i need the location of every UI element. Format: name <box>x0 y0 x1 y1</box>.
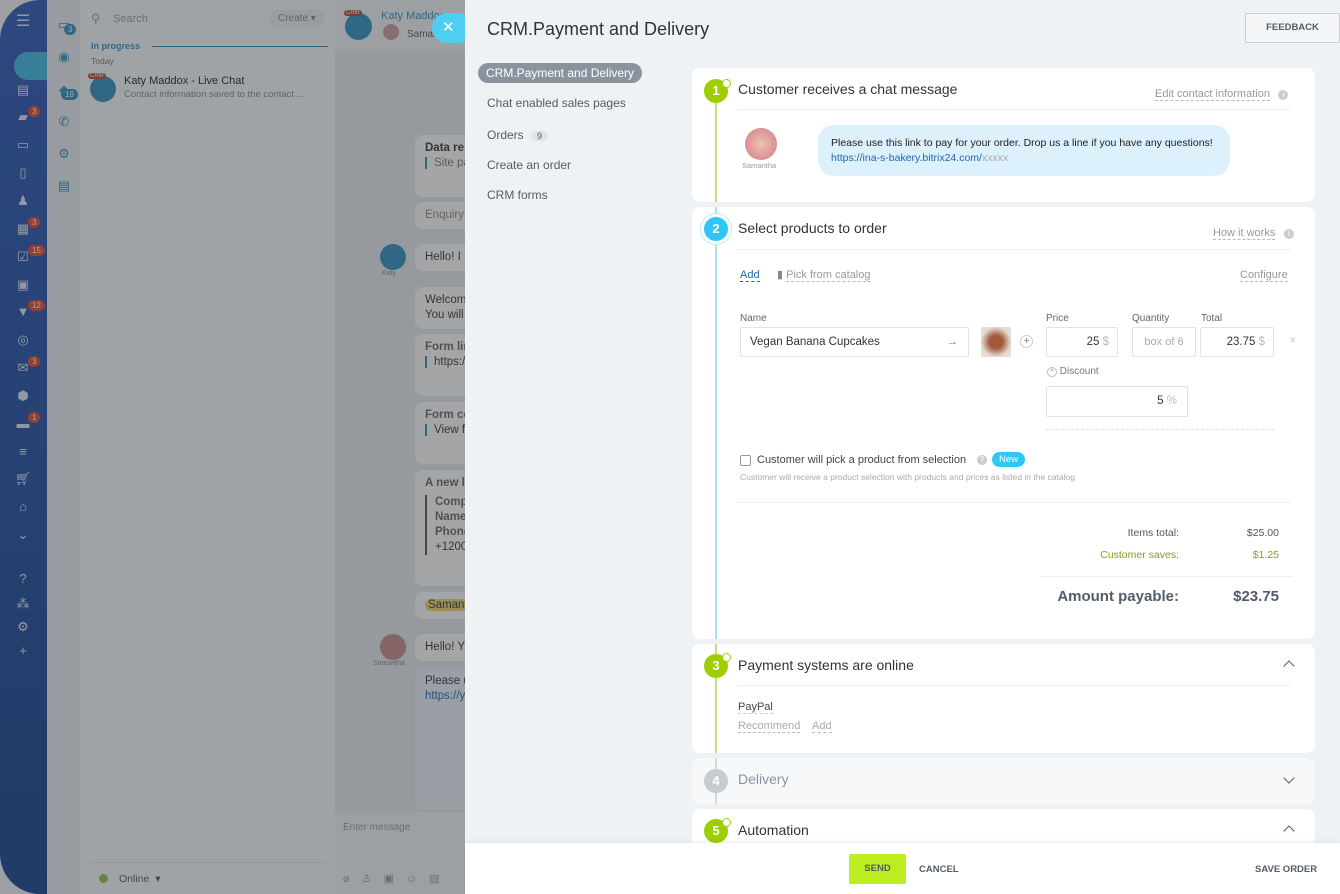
sender-name: Samantha <box>742 161 777 170</box>
slider-panel: CRM.Payment and Delivery FEEDBACK CRM.Pa… <box>465 0 1340 894</box>
selection-checkbox[interactable] <box>740 455 751 466</box>
input-value: 5 <box>1157 395 1164 407</box>
step-title: Delivery <box>738 771 789 787</box>
menu-item-create-order[interactable]: Create an order <box>487 158 571 172</box>
check-icon <box>722 653 731 662</box>
modal-overlay[interactable] <box>0 0 465 894</box>
link-text: Edit contact information <box>1155 88 1270 101</box>
paypal-link[interactable]: PayPal <box>738 701 773 714</box>
link-text: Pick from catalog <box>786 269 871 282</box>
footer-bar: SEND CANCEL SAVE ORDER <box>465 843 1340 894</box>
amount-payable-label: Amount payable: <box>1057 588 1179 605</box>
currency: $ <box>1258 336 1265 348</box>
divider <box>738 685 1291 686</box>
link-text: How it works <box>1213 227 1276 240</box>
step-title: Automation <box>738 822 809 838</box>
discount-input[interactable]: 5 % <box>1046 386 1188 417</box>
chat-message-bubble: Please use this link to pay for your ord… <box>818 125 1230 176</box>
step-title: Payment systems are online <box>738 657 914 673</box>
step-delivery[interactable]: 4 Delivery <box>692 758 1315 804</box>
background-app: ☰ ▤ ▰ 3 ▭ ▯ ♟ ▦ 3 ☑ 15 ▣ ▼ 12 ◎ ✉ 3 ⬢ ▬ 1 ≡ 🛒︎… <box>0 0 465 894</box>
check-icon <box>722 818 731 827</box>
help-icon[interactable]: ? <box>977 455 987 465</box>
menu-item-orders[interactable]: Orders 9 <box>487 128 549 142</box>
chevron-up-icon: ^ <box>1047 367 1057 377</box>
customer-saves-value: $1.25 <box>1252 549 1279 561</box>
add-payment-link[interactable]: Add <box>812 720 832 733</box>
payment-link[interactable]: https://ina-s-bakery.bitrix24.com/ <box>831 152 982 164</box>
step-select-products: 2 Select products to order How it works … <box>692 207 1315 639</box>
menu-label: Orders <box>487 128 524 142</box>
selection-hint: Customer will receive a product selectio… <box>740 472 1075 482</box>
chevron-up-icon[interactable] <box>1283 660 1295 672</box>
items-total-label: Items total: <box>1127 527 1179 539</box>
divider <box>738 249 1291 250</box>
selection-label: Customer will pick a product from select… <box>757 454 967 466</box>
customer-saves-label: Customer saves: <box>1100 549 1179 561</box>
product-image[interactable] <box>981 327 1011 357</box>
discount-toggle[interactable]: ^ Discount <box>1047 366 1099 377</box>
input-value: 23.75 <box>1226 336 1256 348</box>
column-header-quantity: Quantity <box>1132 313 1170 324</box>
message-text: Please use this link to pay for your ord… <box>831 137 1213 149</box>
samantha-avatar <box>745 128 777 160</box>
divider <box>738 502 1291 503</box>
input-value: box of 6 <box>1144 336 1184 348</box>
quantity-input[interactable]: box of 6 <box>1132 327 1196 357</box>
step-title: Select products to order <box>738 220 887 236</box>
chevron-up-icon[interactable] <box>1283 825 1295 837</box>
total-input[interactable]: 23.75 $ <box>1200 327 1274 357</box>
close-icon: ✕ <box>442 19 455 36</box>
recommend-link[interactable]: Recommend <box>738 720 801 733</box>
divider <box>1040 576 1292 577</box>
orders-count-badge: 9 <box>531 131 549 141</box>
column-header-name: Name <box>740 313 767 324</box>
new-badge: New <box>992 452 1026 467</box>
arrow-right-icon[interactable]: → <box>947 328 959 356</box>
chevron-down-icon[interactable] <box>1283 772 1295 784</box>
menu-item-sales-pages[interactable]: Chat enabled sales pages <box>487 96 626 110</box>
input-value: 25 <box>1086 336 1100 348</box>
step-payment-systems: 3 Payment systems are online PayPal Reco… <box>692 644 1315 753</box>
check-icon <box>722 79 731 88</box>
column-header-total: Total <box>1201 313 1223 324</box>
send-button[interactable]: SEND <box>849 854 906 884</box>
cancel-button[interactable]: CANCEL <box>919 864 959 875</box>
divider <box>1046 429 1274 430</box>
column-header-price: Price <box>1046 313 1069 324</box>
timeline-line <box>715 207 717 639</box>
menu-item-crm-forms[interactable]: CRM forms <box>487 188 548 202</box>
link-suffix: xxxxx <box>981 152 1009 164</box>
price-input[interactable]: 25 $ <box>1046 327 1118 357</box>
menu-item-payment-delivery[interactable]: CRM.Payment and Delivery <box>478 63 643 83</box>
timeline-line <box>715 88 717 202</box>
page-title: CRM.Payment and Delivery <box>487 19 710 39</box>
add-product-link[interactable]: Add <box>740 269 760 282</box>
info-icon: i <box>1283 229 1294 239</box>
discount-unit: % <box>1166 395 1177 407</box>
step-title: Customer receives a chat message <box>738 81 958 97</box>
how-it-works-link[interactable]: How it works i <box>1213 223 1294 241</box>
pick-from-catalog-link[interactable]: ▮ Pick from catalog <box>777 268 871 282</box>
input-value: Vegan Banana Cupcakes <box>750 336 880 348</box>
book-icon: ▮ <box>777 269 784 281</box>
currency: $ <box>1102 336 1109 348</box>
configure-link[interactable]: Configure <box>1240 269 1288 282</box>
items-total-value: $25.00 <box>1246 527 1279 539</box>
remove-product-icon[interactable]: ✕ <box>1289 335 1297 346</box>
save-order-button[interactable]: SAVE ORDER <box>1255 864 1317 875</box>
divider <box>738 109 1291 110</box>
add-image-icon[interactable]: + <box>1020 335 1033 348</box>
amount-payable-value: $23.75 <box>1233 588 1279 605</box>
edit-contact-link[interactable]: Edit contact information i <box>1155 84 1289 102</box>
step-number: 4 <box>704 769 728 793</box>
step-chat-message: 1 Customer receives a chat message Edit … <box>692 68 1315 202</box>
discount-label: Discount <box>1059 366 1099 377</box>
info-icon: i <box>1278 90 1289 100</box>
feedback-button[interactable]: FEEDBACK <box>1245 13 1340 43</box>
product-name-input[interactable]: Vegan Banana Cupcakes → <box>740 327 969 357</box>
step-number: 2 <box>704 217 728 241</box>
